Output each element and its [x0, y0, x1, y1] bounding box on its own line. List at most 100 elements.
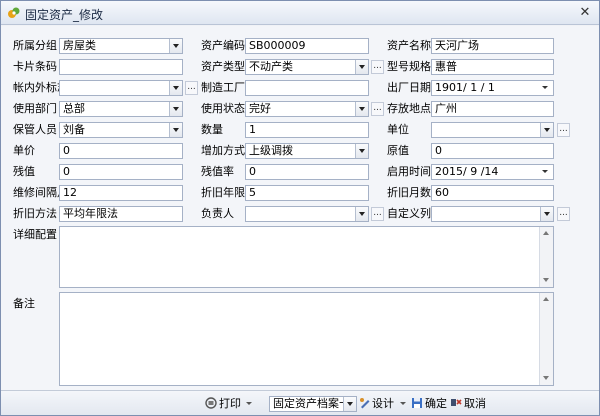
residual-input[interactable]: 0 — [59, 164, 183, 180]
start-date-picker[interactable]: 2015/ 9 /14 — [431, 164, 554, 180]
maker-input[interactable] — [245, 80, 369, 96]
asset-edit-dialog: 固定资产_修改 ✕ 所属分组 房屋类 资产编码 SB000009 资产名称 天河… — [0, 0, 600, 416]
name-label: 资产名称 — [387, 39, 431, 52]
account-browse-button[interactable]: ... — [185, 81, 198, 95]
scroll-down-icon[interactable] — [540, 372, 553, 385]
date-picker[interactable]: 1901/ 1 / 1 — [431, 80, 554, 96]
chevron-down-icon[interactable] — [355, 207, 368, 221]
detail-textarea[interactable] — [59, 226, 554, 288]
name-value: 天河广场 — [435, 39, 479, 52]
orig-label: 原值 — [387, 144, 409, 157]
dept-value: 总部 — [63, 102, 85, 115]
unit-select[interactable] — [431, 122, 554, 138]
code-value: SB000009 — [249, 39, 306, 52]
remark-label: 备注 — [13, 297, 35, 310]
location-input[interactable]: 广州 — [431, 101, 554, 117]
start-label: 启用时间 — [387, 165, 431, 178]
type-value: 不动产类 — [249, 60, 293, 73]
chevron-down-icon[interactable] — [355, 60, 368, 74]
years-label: 折旧年限 — [201, 186, 245, 199]
scroll-up-icon[interactable] — [540, 293, 553, 306]
location-label: 存放地点 — [387, 102, 431, 115]
chevron-down-icon[interactable] — [540, 207, 553, 221]
design-dropdown-icon[interactable] — [400, 402, 406, 405]
chevron-down-icon[interactable] — [541, 81, 551, 95]
cancel-icon — [451, 399, 462, 406]
unit-browse-button[interactable]: ... — [557, 123, 570, 137]
maint-input[interactable]: 12 — [59, 185, 183, 201]
add-select[interactable]: 上级调拨 — [245, 143, 369, 159]
status-select[interactable]: 完好 — [245, 101, 369, 117]
months-input[interactable]: 60 — [431, 185, 554, 201]
method-input[interactable]: 平均年限法 — [59, 206, 183, 222]
print-icon — [205, 397, 217, 409]
chevron-down-icon[interactable] — [541, 165, 551, 179]
chevron-down-icon[interactable] — [169, 81, 182, 95]
maker-label: 制造工厂 — [201, 81, 245, 94]
remark-textarea[interactable] — [59, 292, 554, 386]
years-input[interactable]: 5 — [245, 185, 369, 201]
type-label: 资产类型 — [201, 60, 245, 73]
owner-browse-button[interactable]: ... — [371, 207, 384, 221]
type-select[interactable]: 不动产类 — [245, 59, 369, 75]
unit-label: 单位 — [387, 123, 409, 136]
confirm-button[interactable]: 确定 — [425, 396, 447, 412]
close-button[interactable]: ✕ — [577, 5, 593, 21]
window-title: 固定资产_修改 — [25, 8, 104, 22]
chevron-down-icon[interactable] — [169, 102, 182, 116]
detail-scrollbar[interactable] — [539, 227, 553, 287]
design-button[interactable]: 设计 — [372, 396, 394, 412]
chevron-down-icon[interactable] — [343, 397, 356, 411]
add-value: 上级调拨 — [249, 144, 293, 157]
orig-value: 0 — [435, 144, 442, 157]
dept-label: 使用部门 — [13, 102, 57, 115]
group-value: 房屋类 — [63, 39, 96, 52]
keeper-select[interactable]: 刘备 — [59, 122, 183, 138]
card-input[interactable] — [59, 59, 183, 75]
scroll-down-icon[interactable] — [540, 274, 553, 287]
date-value: 1901/ 1 / 1 — [435, 81, 495, 94]
price-input[interactable]: 0 — [59, 143, 183, 159]
template-value: 固定资产档案卡 — [273, 397, 350, 410]
maint-label: 维修间隔月 — [13, 186, 61, 199]
type-browse-button[interactable]: ... — [371, 60, 384, 74]
code-input[interactable]: SB000009 — [245, 38, 369, 54]
bottom-toolbar: 打印 固定资产档案卡 设计 确定 取消 — [1, 390, 599, 415]
dept-select[interactable]: 总部 — [59, 101, 183, 117]
save-icon — [412, 398, 422, 408]
design-icon — [360, 398, 370, 409]
chevron-down-icon[interactable] — [169, 123, 182, 137]
remark-scrollbar[interactable] — [539, 293, 553, 385]
qty-label: 数量 — [201, 123, 223, 136]
scroll-up-icon[interactable] — [540, 227, 553, 240]
years-value: 5 — [249, 186, 256, 199]
date-label: 出厂日期 — [387, 81, 431, 94]
residual-value: 0 — [63, 165, 70, 178]
price-label: 单价 — [13, 144, 35, 157]
title-bar[interactable]: 固定资产_修改 ✕ — [1, 1, 599, 25]
group-select[interactable]: 房屋类 — [59, 38, 183, 54]
account-select[interactable] — [59, 80, 183, 96]
residual-rate-input[interactable]: 0 — [245, 164, 369, 180]
residual-label: 残值 — [13, 165, 35, 178]
model-value: 惠普 — [435, 60, 457, 73]
cancel-button[interactable]: 取消 — [464, 396, 486, 412]
chevron-down-icon[interactable] — [355, 102, 368, 116]
location-value: 广州 — [435, 102, 457, 115]
model-input[interactable]: 惠普 — [431, 59, 554, 75]
chevron-down-icon[interactable] — [169, 39, 182, 53]
print-dropdown-icon[interactable] — [246, 402, 252, 405]
template-select[interactable]: 固定资产档案卡 — [269, 396, 357, 412]
custom-select[interactable] — [431, 206, 554, 222]
keeper-label: 保管人员 — [13, 123, 57, 136]
add-label: 增加方式 — [201, 144, 245, 157]
owner-select[interactable] — [245, 206, 369, 222]
name-input[interactable]: 天河广场 — [431, 38, 554, 54]
qty-input[interactable]: 1 — [245, 122, 369, 138]
chevron-down-icon[interactable] — [540, 123, 553, 137]
custom-browse-button[interactable]: ... — [557, 207, 570, 221]
print-button[interactable]: 打印 — [219, 396, 241, 412]
chevron-down-icon[interactable] — [355, 144, 368, 158]
orig-input[interactable]: 0 — [431, 143, 554, 159]
status-browse-button[interactable]: ... — [371, 102, 384, 116]
